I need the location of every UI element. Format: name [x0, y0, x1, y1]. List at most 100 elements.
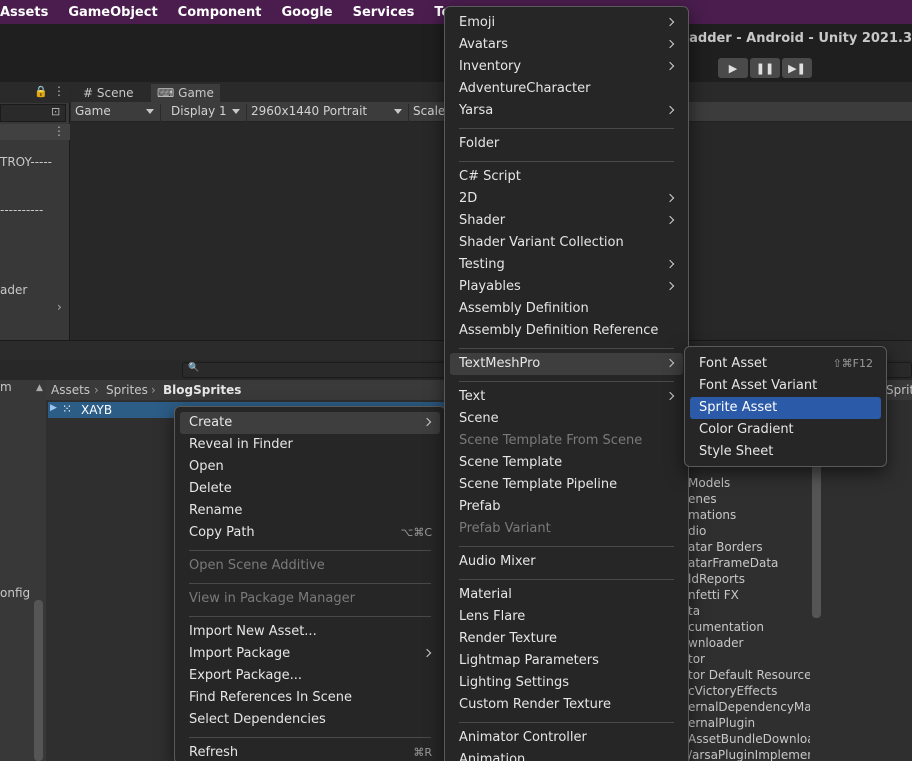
hierarchy-item[interactable]: TROY-----: [0, 155, 52, 169]
create-menu-item[interactable]: Custom Render Texture: [450, 694, 683, 716]
scale-control[interactable]: Scale: [409, 104, 449, 122]
create-menu-item[interactable]: Scene Template: [450, 452, 683, 474]
create-menu-item[interactable]: Shader Variant Collection: [450, 232, 683, 254]
folder-list-item[interactable]: cumentation: [688, 620, 810, 634]
chevron-right-icon[interactable]: ›: [57, 300, 62, 314]
create-menu-item[interactable]: AdventureCharacter: [450, 78, 683, 100]
create-menu-item[interactable]: Prefab: [450, 496, 683, 518]
menubar-item[interactable]: GameObject: [58, 5, 167, 20]
create-menu-item[interactable]: Assembly Definition Reference: [450, 320, 683, 342]
context-menu-item[interactable]: Import Package: [180, 643, 440, 665]
hierarchy-search-input[interactable]: ⊡: [0, 104, 66, 122]
folder-list-item[interactable]: nfetti FX: [688, 588, 810, 602]
create-menu-item[interactable]: Material: [450, 584, 683, 606]
create-menu-item[interactable]: Scene: [450, 408, 683, 430]
folder-list-item[interactable]: atarFrameData: [688, 556, 810, 570]
breadcrumb-item[interactable]: BlogSprites: [163, 383, 241, 397]
display-dropdown[interactable]: Display 1: [167, 104, 247, 122]
folder-list-item[interactable]: ernalDependencyMan: [688, 700, 810, 714]
folder-list-item[interactable]: mations: [688, 508, 810, 522]
tmp-menu-item[interactable]: Sprite Asset: [690, 397, 881, 419]
tab-scene[interactable]: # Scene: [77, 84, 139, 102]
asset-list-scrollbar[interactable]: [812, 462, 821, 618]
create-menu-item[interactable]: Lightmap Parameters: [450, 650, 683, 672]
folder-list-item[interactable]: enes: [688, 492, 810, 506]
pause-button[interactable]: ❚❚: [750, 58, 780, 78]
create-menu-item[interactable]: Folder: [450, 133, 683, 155]
folder-list-item[interactable]: AssetBundleDownload: [688, 732, 810, 746]
create-menu-item[interactable]: Lens Flare: [450, 606, 683, 628]
create-menu-item[interactable]: Assembly Definition: [450, 298, 683, 320]
folder-list-item[interactable]: tor Default Resources: [688, 668, 810, 682]
folder-tree-item[interactable]: m: [0, 380, 12, 394]
create-menu-item[interactable]: Emoji: [450, 12, 683, 34]
play-button[interactable]: ▶: [718, 58, 748, 78]
menubar-item[interactable]: Assets: [0, 5, 58, 20]
create-menu-item[interactable]: Avatars: [450, 34, 683, 56]
create-menu-item[interactable]: C# Script: [450, 166, 683, 188]
menubar-item[interactable]: Google: [271, 5, 342, 20]
tmp-menu-item[interactable]: Style Sheet: [690, 441, 881, 463]
context-menu-item[interactable]: Open: [180, 456, 440, 478]
more-options-icon[interactable]: ⋮: [53, 84, 65, 98]
context-menu-item[interactable]: Delete: [180, 478, 440, 500]
menubar-item[interactable]: Component: [168, 5, 272, 20]
folder-list-item[interactable]: cVictoryEffects: [688, 684, 810, 698]
create-menu-item-label: Animator Controller: [459, 730, 587, 745]
create-menu-item[interactable]: Audio Mixer: [450, 551, 683, 573]
create-menu-item[interactable]: Inventory: [450, 56, 683, 78]
folder-list-item[interactable]: atar Borders: [688, 540, 810, 554]
create-menu-item[interactable]: Render Texture: [450, 628, 683, 650]
game-mode-dropdown[interactable]: Game: [71, 104, 161, 122]
context-menu-item[interactable]: Select Dependencies: [180, 709, 440, 731]
folder-list-item[interactable]: wnloader: [688, 636, 810, 650]
tab-game[interactable]: ⌨ Game: [151, 84, 220, 102]
context-menu-item[interactable]: Create: [180, 412, 440, 434]
step-button[interactable]: ▶❚: [782, 58, 812, 78]
folder-list-item[interactable]: ldReports: [688, 572, 810, 586]
search-options-icon[interactable]: ⊡: [51, 105, 60, 118]
create-menu-item[interactable]: Text: [450, 386, 683, 408]
folder-list-item[interactable]: dio: [688, 524, 810, 538]
context-menu-item[interactable]: Copy Path ⌥⌘C: [180, 522, 440, 544]
breadcrumb-item[interactable]: Sprites: [106, 383, 148, 397]
menubar-item[interactable]: Services: [343, 5, 425, 20]
context-menu-item[interactable]: Rename: [180, 500, 440, 522]
create-menu-item[interactable]: Yarsa: [450, 100, 683, 122]
create-menu-item[interactable]: Animation: [450, 749, 683, 761]
context-menu-item[interactable]: Refresh ⌘R: [180, 742, 440, 761]
context-menu-item[interactable]: Find References In Scene: [180, 687, 440, 709]
create-menu-item[interactable]: TextMeshPro: [450, 353, 683, 375]
create-menu-item[interactable]: Scene Template Pipeline: [450, 474, 683, 496]
create-menu-item[interactable]: Animator Controller: [450, 727, 683, 749]
context-menu-item[interactable]: Reveal in Finder: [180, 434, 440, 456]
create-menu-item-label: Scene Template Pipeline: [459, 477, 618, 492]
shortcut-label: ⇧⌘F12: [832, 357, 873, 370]
tmp-menu-item[interactable]: Font Asset ⇧⌘F12: [690, 353, 881, 375]
context-menu-item[interactable]: Export Package...: [180, 665, 440, 687]
folder-list-item[interactable]: ernalPlugin: [688, 716, 810, 730]
breadcrumb-item[interactable]: Assets: [51, 383, 90, 397]
create-menu-item[interactable]: 2D: [450, 188, 683, 210]
tmp-menu-item[interactable]: Color Gradient: [690, 419, 881, 441]
context-menu-item-label: Select Dependencies: [189, 712, 326, 727]
create-menu-item[interactable]: Lighting Settings: [450, 672, 683, 694]
hierarchy-item[interactable]: ader: [0, 283, 27, 297]
resolution-dropdown[interactable]: 2960x1440 Portrait: [247, 104, 409, 122]
create-menu-item[interactable]: Testing: [450, 254, 683, 276]
create-menu-item[interactable]: Playables: [450, 276, 683, 298]
create-menu-item[interactable]: Shader: [450, 210, 683, 232]
folder-list-item[interactable]: ta: [688, 604, 810, 618]
lock-icon[interactable]: 🔒: [34, 85, 48, 98]
scene-options-icon[interactable]: ⋮: [53, 124, 65, 138]
folder-list-item[interactable]: Models: [688, 476, 810, 490]
hierarchy-item[interactable]: ----------: [0, 203, 43, 217]
tmp-menu-item[interactable]: Font Asset Variant: [690, 375, 881, 397]
folder-tree-scrollbar[interactable]: [34, 600, 43, 761]
folder-tree-item[interactable]: onfig: [0, 586, 30, 600]
scroll-up-icon[interactable]: ▲: [36, 383, 43, 393]
expand-triangle-icon[interactable]: ▶: [50, 403, 57, 413]
folder-list-item[interactable]: /arsaPluginImplement: [688, 748, 810, 761]
folder-list-item[interactable]: tor: [688, 652, 810, 666]
context-menu-item[interactable]: Import New Asset...: [180, 621, 440, 643]
